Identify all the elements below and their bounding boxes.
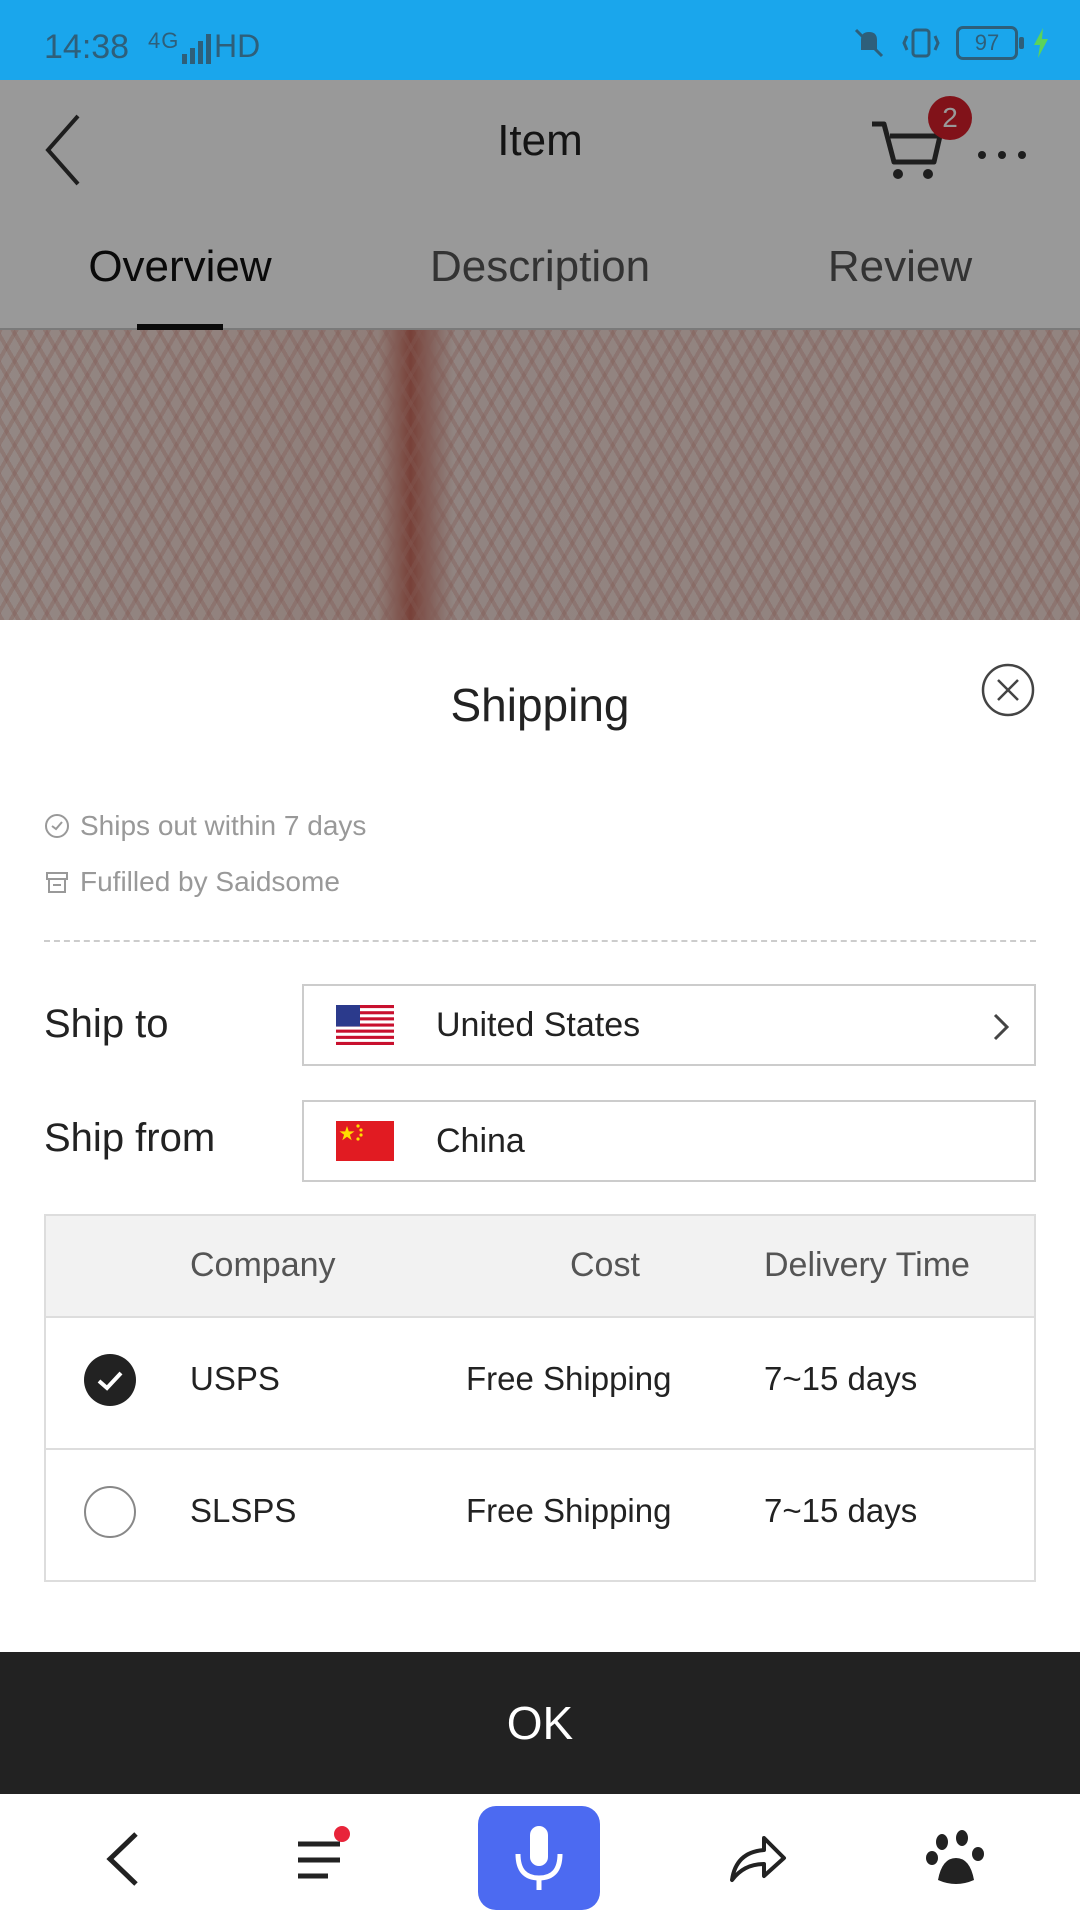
table-header: Company Cost Delivery Time (46, 1216, 1034, 1316)
shipping-options-table: Company Cost Delivery Time USPS Free Shi… (44, 1214, 1036, 1582)
status-time: 14:38 (44, 28, 130, 66)
mute-icon (854, 28, 884, 58)
battery-icon: 97 (956, 26, 1024, 60)
table-row[interactable]: USPS Free Shipping 7~15 days (46, 1316, 1034, 1448)
ship-from-field: China (302, 1100, 1036, 1182)
header-cost: Cost (570, 1246, 640, 1284)
ship-time-info: Ships out within 7 days (44, 810, 366, 842)
us-flag-icon (336, 1005, 394, 1045)
close-icon[interactable] (980, 662, 1036, 718)
company-name: USPS (190, 1360, 280, 1397)
baidu-paw-icon[interactable] (922, 1824, 992, 1894)
ship-time-text: Ships out within 7 days (80, 810, 367, 841)
share-icon[interactable] (722, 1824, 792, 1894)
notification-dot (334, 1826, 350, 1842)
sheet-title: Shipping (450, 679, 630, 731)
shipping-sheet: Shipping Ships out within 7 days Fufille… (0, 620, 1080, 1794)
charging-icon (1034, 28, 1048, 58)
ship-to-selector[interactable]: United States (302, 984, 1036, 1066)
shipping-cost: Free Shipping (466, 1492, 672, 1529)
vibrate-icon (902, 28, 940, 58)
fulfilled-info: Fufilled by Saidsome (44, 866, 340, 898)
hd-indicator: HD (214, 28, 261, 64)
cn-flag-icon (336, 1121, 394, 1161)
company-name: SLSPS (190, 1492, 297, 1529)
ship-to-value: United States (436, 1005, 641, 1044)
store-icon (46, 872, 68, 893)
delivery-time: 7~15 days (764, 1492, 918, 1529)
delivery-time: 7~15 days (764, 1360, 918, 1397)
status-bar: 14:38 4G HD 97 (0, 0, 1080, 80)
ship-to-label: Ship to (44, 1002, 169, 1046)
divider (44, 940, 1036, 942)
radio-unchecked-icon[interactable] (84, 1486, 136, 1538)
fulfilled-text: Fufilled by Saidsome (80, 866, 340, 897)
nav-back-icon[interactable] (92, 1824, 162, 1894)
signal-icon (182, 34, 211, 64)
header-delivery-time: Delivery Time (764, 1246, 970, 1284)
bottom-nav-bar (0, 1794, 1080, 1920)
chevron-right-icon (993, 1013, 1010, 1041)
clock-icon (45, 814, 69, 838)
voice-button[interactable] (478, 1806, 600, 1910)
ship-from-value: China (436, 1121, 525, 1160)
header-company: Company (190, 1246, 336, 1284)
table-row[interactable]: SLSPS Free Shipping 7~15 days (46, 1448, 1034, 1580)
network-type: 4G (148, 28, 180, 53)
radio-checked-icon[interactable] (84, 1354, 136, 1406)
ship-from-label: Ship from (44, 1116, 216, 1160)
modal-backdrop[interactable] (0, 80, 1080, 620)
shipping-cost: Free Shipping (466, 1360, 672, 1397)
ok-button[interactable]: OK (0, 1652, 1080, 1794)
microphone-icon (515, 1826, 563, 1890)
